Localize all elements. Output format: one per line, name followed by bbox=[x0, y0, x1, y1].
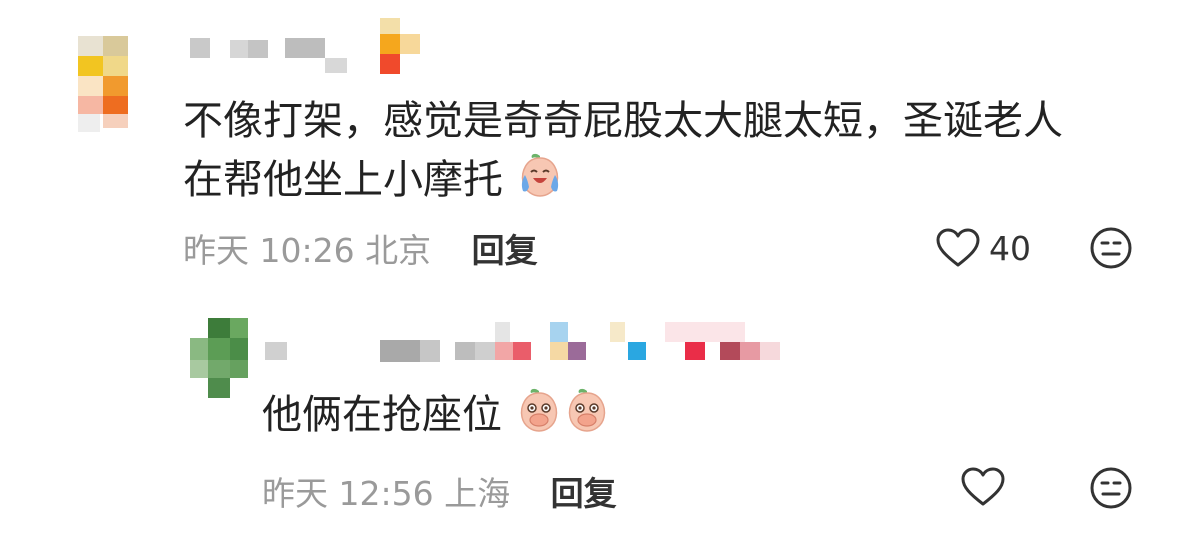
username-redacted[interactable] bbox=[265, 322, 785, 372]
heart-outline-icon bbox=[960, 467, 1006, 512]
like-button[interactable] bbox=[960, 466, 1006, 510]
crying-laugh-peach-emoji-icon bbox=[516, 150, 564, 214]
comment-meta: 昨天 10:26 北京 回复 bbox=[183, 224, 538, 272]
peach-emoji-icon bbox=[515, 385, 563, 449]
neutral-face-icon bbox=[1089, 467, 1133, 514]
reply-time: 昨天 12:56 bbox=[262, 474, 434, 513]
comment-item: 不像打架，感觉是奇奇屁股太大腿太短，圣诞老人 在帮他坐上小摩托 昨天 10:26… bbox=[0, 0, 1200, 290]
reply-location: 上海 bbox=[444, 474, 511, 513]
comment-location: 北京 bbox=[365, 231, 432, 270]
heart-outline-icon bbox=[935, 227, 981, 269]
reply-text: 他俩在抢座位 bbox=[262, 385, 611, 449]
like-count: 40 bbox=[989, 228, 1031, 268]
reply-button[interactable]: 回复 bbox=[551, 474, 617, 513]
like-button[interactable]: 40 bbox=[935, 226, 1031, 270]
reply-meta: 昨天 12:56 上海 回复 bbox=[262, 467, 617, 515]
reply-text-content: 他俩在抢座位 bbox=[262, 392, 502, 438]
dislike-button[interactable] bbox=[1089, 226, 1133, 270]
reply-button[interactable]: 回复 bbox=[472, 231, 538, 270]
comment-text: 不像打架，感觉是奇奇屁股太大腿太短，圣诞老人 在帮他坐上小摩托 bbox=[183, 92, 1183, 214]
comment-time: 昨天 10:26 bbox=[183, 231, 355, 270]
username-redacted[interactable] bbox=[185, 18, 445, 80]
comment-text-line-1: 不像打架，感觉是奇奇屁股太大腿太短，圣诞老人 bbox=[183, 98, 1063, 144]
avatar[interactable] bbox=[190, 318, 250, 398]
avatar[interactable] bbox=[48, 18, 148, 138]
comment-text-line-2: 在帮他坐上小摩托 bbox=[183, 157, 503, 203]
reply-item: 他俩在抢座位 昨天 12:56 上海 回复 bbox=[0, 300, 1200, 535]
peach-emoji-icon bbox=[563, 385, 611, 449]
neutral-face-icon bbox=[1089, 227, 1133, 274]
dislike-button[interactable] bbox=[1089, 466, 1133, 510]
